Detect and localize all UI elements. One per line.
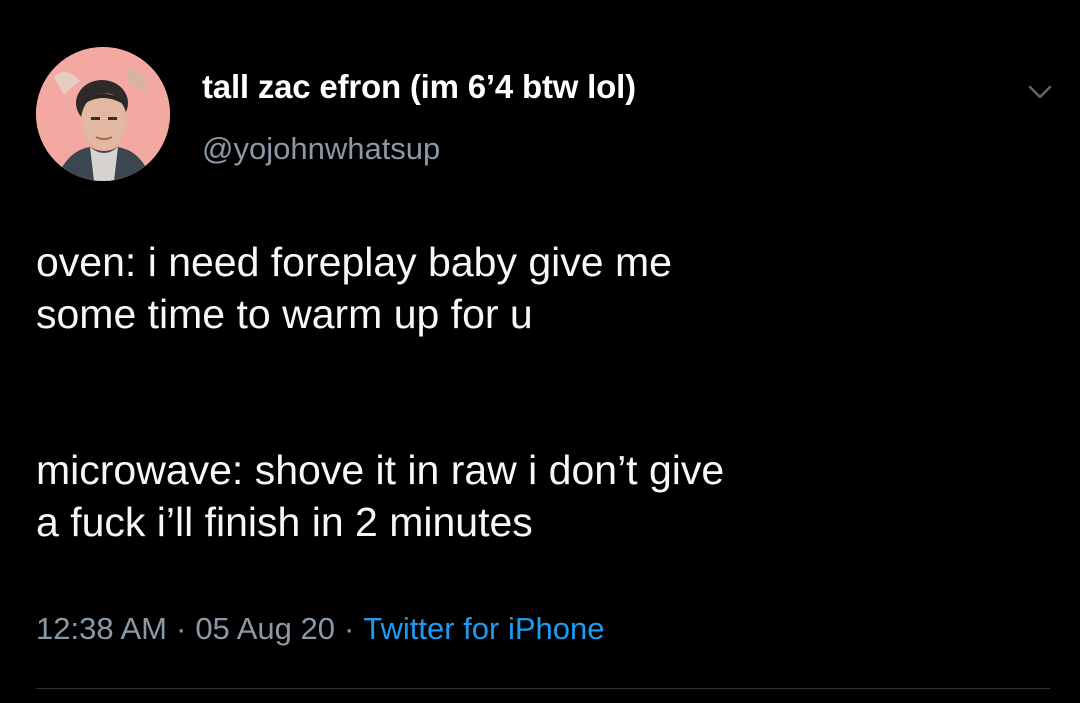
tweet-text-line: a fuck i’ll finish in 2 minutes [36, 499, 533, 545]
avatar[interactable] [36, 47, 170, 181]
tweet-date[interactable]: 05 Aug 20 [195, 611, 335, 646]
meta-separator: · [343, 611, 355, 646]
tweet-text-line: oven: i need foreplay baby give me [36, 239, 672, 285]
author-display-name[interactable]: tall zac efron (im 6’4 btw lol) [202, 68, 636, 106]
tweet-metadata: 12:38 AM · 05 Aug 20 · Twitter for iPhone [36, 611, 605, 647]
tweet-text-line: microwave: shove it in raw i don’t give [36, 447, 725, 493]
tweet-text-line: some time to warm up for u [36, 291, 533, 337]
tweet-source-link[interactable]: Twitter for iPhone [363, 611, 604, 646]
tweet-text: oven: i need foreplay baby give me some … [36, 236, 1046, 548]
author-handle[interactable]: @yojohnwhatsup [202, 131, 440, 167]
divider [36, 688, 1050, 689]
tweet: tall zac efron (im 6’4 btw lol) @yojohnw… [0, 0, 1080, 703]
meta-separator: · [175, 611, 187, 646]
chevron-down-icon[interactable] [1020, 78, 1060, 106]
tweet-time[interactable]: 12:38 AM [36, 611, 167, 646]
avatar-photo-icon [36, 47, 170, 181]
